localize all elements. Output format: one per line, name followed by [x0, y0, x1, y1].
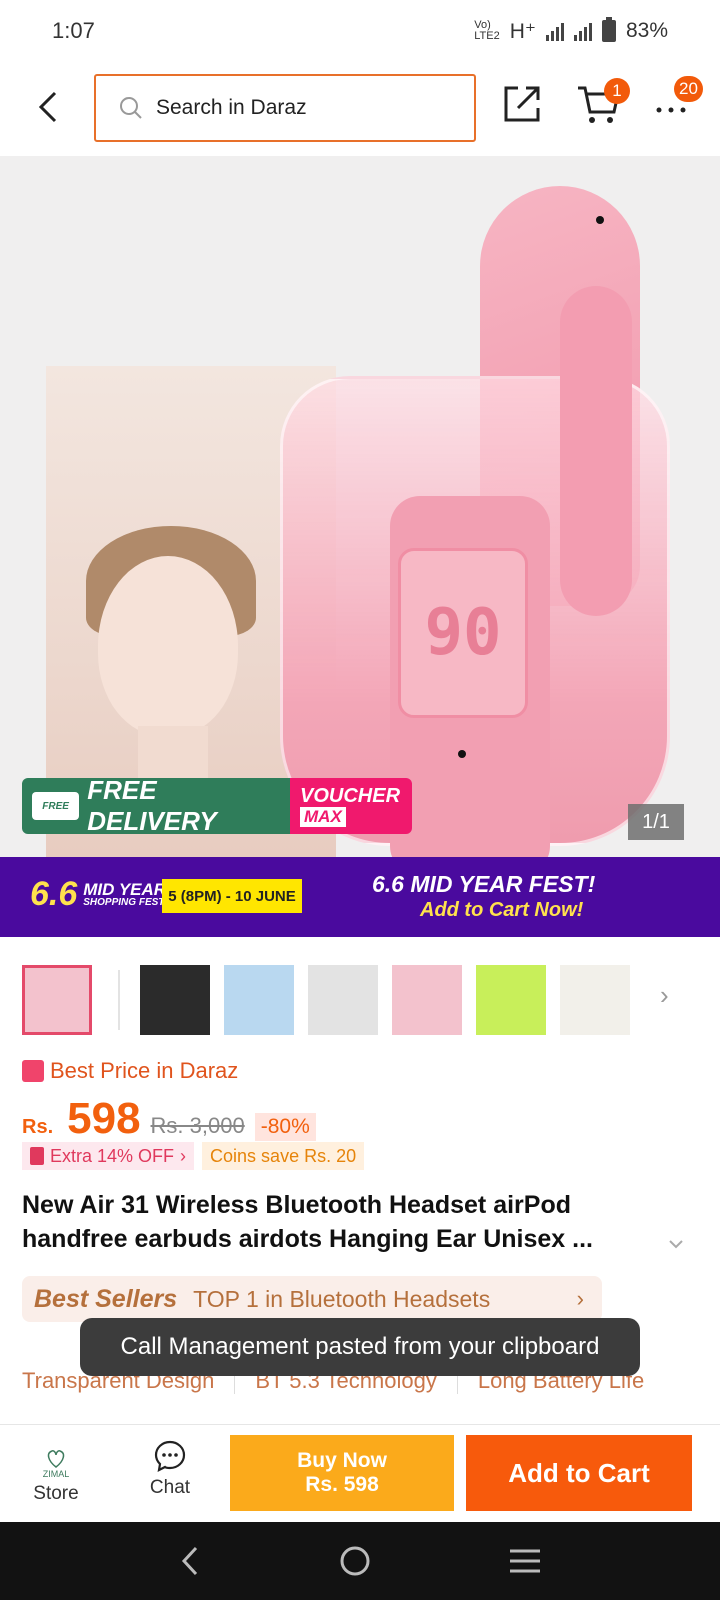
thumbnail[interactable] — [392, 965, 462, 1035]
buy-now-button[interactable]: Buy Now Rs. 598 — [230, 1435, 454, 1511]
voucher-max-label: MAX — [300, 806, 346, 827]
signal-icon — [545, 21, 564, 41]
thumbnail[interactable] — [560, 965, 630, 1035]
thumbnail[interactable] — [22, 965, 92, 1035]
search-icon — [120, 97, 142, 119]
system-nav-bar — [0, 1522, 720, 1600]
free-delivery-banner: FREE FREE DELIVERY VOUCHER MAX — [22, 778, 412, 834]
thumbnail-next-icon[interactable]: › — [660, 980, 669, 1011]
nav-back-icon[interactable] — [178, 1544, 202, 1578]
best-sellers-badge: Best Sellers — [34, 1284, 178, 1313]
coins-chip: Coins save Rs. 20 — [202, 1142, 365, 1170]
chat-button[interactable]: Chat — [130, 1439, 210, 1509]
back-arrow-icon — [38, 91, 57, 123]
price-tag-icon — [22, 1060, 44, 1082]
extra-off-chip[interactable]: Extra 14% OFF › — [22, 1142, 195, 1170]
search-placeholder: Search in Daraz — [156, 96, 307, 119]
more-menu-button[interactable]: 20 — [654, 76, 704, 130]
nav-home-icon[interactable] — [338, 1544, 372, 1578]
best-sellers-text: TOP 1 in Bluetooth Headsets — [193, 1285, 491, 1312]
cart-badge: 1 — [604, 78, 630, 104]
search-input[interactable]: Search in Daraz — [94, 74, 476, 142]
chevron-right-icon: › — [180, 1145, 187, 1166]
promo-title: 6.6 MID YEAR FEST! — [372, 871, 596, 897]
discount-badge: -80% — [254, 1113, 316, 1141]
offer-chips: Extra 14% OFF › Coins save Rs. 20 — [22, 1142, 365, 1170]
promo-date: 5 (8PM) - 10 JUNE — [162, 879, 302, 913]
back-button[interactable] — [28, 82, 68, 132]
status-icons: Vo) LTE2 H⁺ 83% — [474, 17, 668, 44]
store-label: Store — [33, 1483, 79, 1504]
chevron-right-icon: › — [576, 1286, 584, 1311]
voucher-label: VOUCHER — [300, 784, 401, 807]
thumbnail[interactable] — [308, 965, 378, 1035]
best-price-label: Best Price in Daraz — [22, 1058, 238, 1084]
bottom-action-bar: ZIMAL Store Chat Buy Now Rs. 598 Add to … — [0, 1424, 720, 1522]
product-title: New Air 31 Wireless Bluetooth Headset ai… — [22, 1191, 593, 1253]
thumbnail[interactable] — [140, 965, 210, 1035]
thumbnail[interactable] — [224, 965, 294, 1035]
thumbnail-strip: › — [0, 962, 720, 1038]
nav-recents-icon[interactable] — [508, 1546, 542, 1576]
image-counter: 1/1 — [628, 804, 684, 840]
battery-icon — [601, 17, 616, 42]
chat-label: Chat — [149, 1477, 191, 1498]
delivery-label: FREE DELIVERY — [87, 778, 217, 834]
chevron-down-icon[interactable] — [668, 1236, 684, 1252]
add-to-cart-button[interactable]: Add to Cart — [466, 1435, 692, 1511]
voucher-icon — [30, 1147, 44, 1165]
delivery-truck-icon: FREE — [32, 792, 80, 820]
battery-level: 83% — [625, 19, 668, 42]
case-display: 90 — [398, 548, 528, 718]
network-type: H⁺ — [509, 19, 536, 43]
status-time: 1:07 — [52, 18, 95, 43]
volte-icon: Vo) LTE2 — [474, 19, 500, 42]
signal-icon-2 — [573, 21, 592, 41]
store-logo-icon: ZIMAL — [35, 1439, 77, 1479]
status-bar: 1:07 Vo) LTE2 H⁺ 83% — [0, 0, 720, 62]
thumbnail[interactable] — [476, 965, 546, 1035]
price-row: Rs. 598 Rs. 3,000 -80% — [22, 1094, 316, 1144]
cart-button[interactable]: 1 — [576, 78, 630, 128]
best-sellers-banner[interactable]: Best Sellers TOP 1 in Bluetooth Headsets… — [22, 1276, 602, 1322]
product-image-gallery[interactable]: 90 FREE FREE DELIVERY VOUCHER MAX 1/1 — [0, 156, 720, 876]
more-badge: 20 — [674, 76, 703, 102]
promo-logo: 6.6 MID YEAR SHOPPING FEST! — [30, 875, 168, 913]
currency: Rs. — [22, 1116, 54, 1138]
share-button[interactable] — [502, 84, 546, 128]
top-header: Search in Daraz 1 20 — [0, 62, 720, 154]
current-price: 598 — [67, 1094, 141, 1143]
store-button[interactable]: ZIMAL Store — [16, 1439, 96, 1509]
original-price: Rs. 3,000 — [150, 1113, 245, 1138]
mid-year-fest-banner[interactable]: 6.6 MID YEAR SHOPPING FEST! 5 (8PM) - 10… — [0, 857, 720, 937]
chat-icon — [154, 1440, 186, 1472]
share-icon — [504, 86, 540, 122]
clipboard-toast: Call Management pasted from your clipboa… — [80, 1318, 640, 1376]
promo-subtitle: Add to Cart Now! — [420, 899, 584, 921]
